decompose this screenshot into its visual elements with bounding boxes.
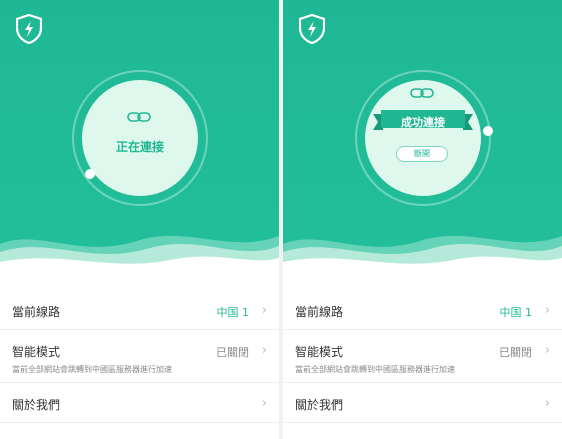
smart-mode-value: 已關閉 xyxy=(499,346,532,359)
settings-list: 當前線路 中国 1 › 智能模式 已關閉 › 當前全部網站會跳轉到中國區服務器進… xyxy=(283,290,562,423)
hero-panel: 成功連接 斷開 xyxy=(283,0,562,272)
shield-bolt-icon xyxy=(16,14,42,44)
smart-mode-desc: 當前全部網站會跳轉到中國區服務器進行加速 xyxy=(12,365,172,374)
chevron-right-icon: › xyxy=(261,343,267,358)
shield-bolt-icon xyxy=(299,14,325,44)
wave-decoration xyxy=(0,235,279,272)
route-label: 當前線路 xyxy=(295,305,344,319)
about-row[interactable]: 關於我們 › xyxy=(283,383,562,423)
wave-decoration xyxy=(283,235,562,272)
chevron-right-icon: › xyxy=(544,396,550,411)
route-label: 當前線路 xyxy=(12,305,61,319)
route-row[interactable]: 當前線路 中国 1 › xyxy=(283,290,562,330)
status-text: 正在連接 xyxy=(115,140,164,154)
screen-connecting: 正在連接 當前線路 中国 1 › 智能模式 已關閉 › 當前全部網站會跳轉到中國… xyxy=(0,0,279,439)
ring-indicator xyxy=(85,169,95,179)
route-row[interactable]: 當前線路 中国 1 › xyxy=(0,290,279,330)
disconnect-button[interactable]: 斷開 xyxy=(396,146,448,162)
smart-mode-row[interactable]: 智能模式 已關閉 › 當前全部網站會跳轉到中國區服務器進行加速 xyxy=(0,330,279,383)
smart-mode-desc: 當前全部網站會跳轉到中國區服務器進行加速 xyxy=(295,365,455,374)
chevron-right-icon: › xyxy=(544,343,550,358)
route-value: 中国 1 xyxy=(499,306,533,319)
about-label: 關於我們 xyxy=(12,398,61,412)
chevron-right-icon: › xyxy=(261,303,267,318)
smart-mode-label: 智能模式 xyxy=(12,345,61,359)
about-label: 關於我們 xyxy=(295,398,344,412)
status-text: 成功連接 xyxy=(401,116,445,129)
about-row[interactable]: 關於我們 › xyxy=(0,383,279,423)
chevron-right-icon: › xyxy=(261,396,267,411)
route-value: 中国 1 xyxy=(216,306,250,319)
chevron-right-icon: › xyxy=(544,303,550,318)
ring-indicator xyxy=(483,126,493,136)
smart-mode-label: 智能模式 xyxy=(295,345,344,359)
screen-connected: 成功連接 斷開 當前線路 中国 1 › 智能模式 已關閉 › 當前全部網站會跳轉… xyxy=(283,0,562,439)
hero-panel: 正在連接 xyxy=(0,0,279,272)
link-icon xyxy=(410,88,434,98)
smart-mode-row[interactable]: 智能模式 已關閉 › 當前全部網站會跳轉到中國區服務器進行加速 xyxy=(283,330,562,383)
smart-mode-value: 已關閉 xyxy=(216,346,249,359)
link-icon xyxy=(127,112,151,122)
settings-list: 當前線路 中国 1 › 智能模式 已關閉 › 當前全部網站會跳轉到中國區服務器進… xyxy=(0,290,279,423)
